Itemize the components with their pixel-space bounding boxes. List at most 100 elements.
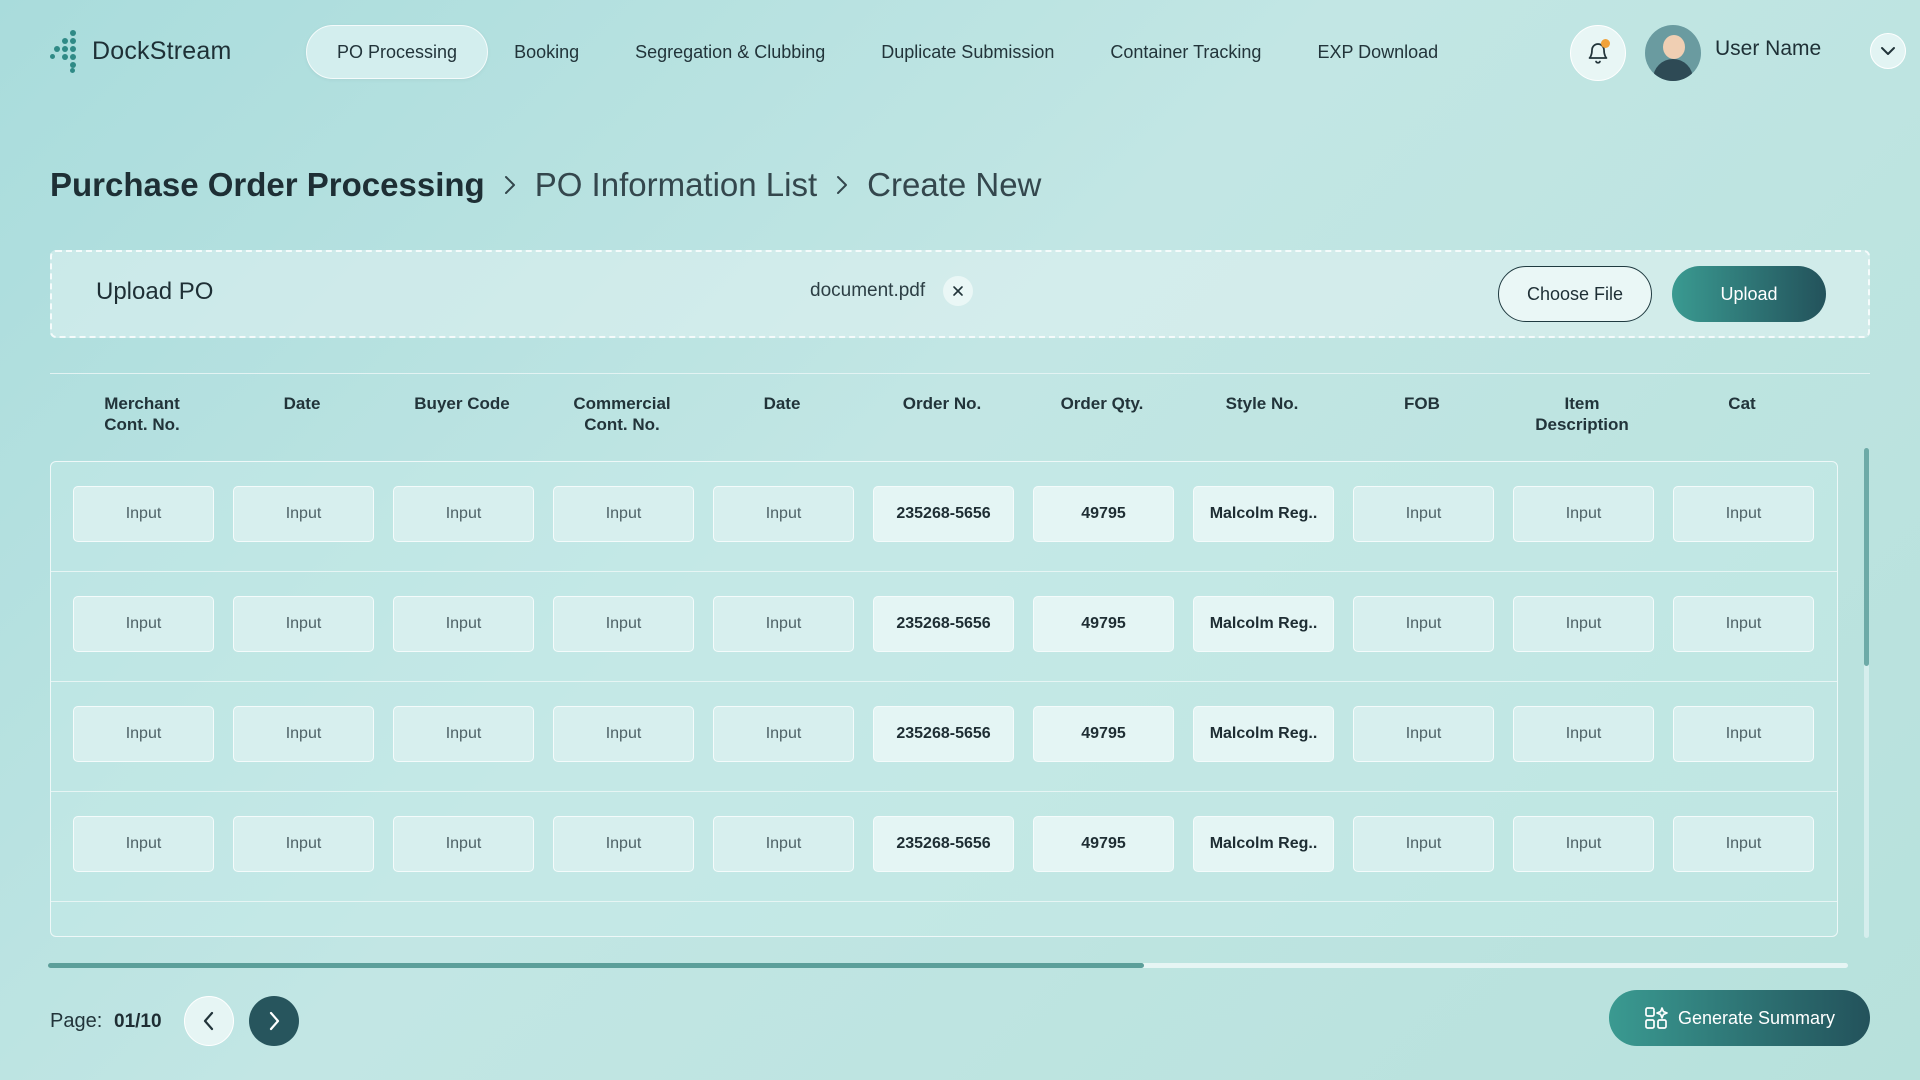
cell-input-cat[interactable]: Input — [1673, 706, 1814, 762]
column-header-fob: FOB — [1342, 393, 1502, 414]
nav-item-exp-download[interactable]: EXP Download — [1287, 25, 1468, 79]
cell-input-style-no[interactable]: Malcolm Reg.. — [1193, 816, 1334, 872]
breadcrumb-item-po-information-list[interactable]: PO Information List — [535, 166, 817, 204]
cell-input-commercial-cont-no[interactable]: Input — [553, 486, 694, 542]
cell-input-date-2[interactable]: Input — [713, 706, 854, 762]
close-icon — [953, 286, 963, 296]
chevron-right-icon — [503, 174, 517, 196]
cell-input-order-qty[interactable]: 49795 — [1033, 706, 1174, 762]
cell-input-commercial-cont-no[interactable]: Input — [553, 816, 694, 872]
breadcrumb-item-create-new: Create New — [867, 166, 1042, 203]
column-header-line: Commercial — [573, 394, 671, 413]
nav-item-duplicate-submission[interactable]: Duplicate Submission — [851, 25, 1084, 79]
remove-file-button[interactable] — [943, 276, 973, 306]
cell-input-date-1[interactable]: Input — [233, 486, 374, 542]
column-header-buyer-code: Buyer Code — [382, 393, 542, 414]
cell-input-buyer-code[interactable]: Input — [393, 816, 534, 872]
cell-input-cat[interactable]: Input — [1673, 816, 1814, 872]
column-header-line: Merchant — [104, 394, 180, 413]
cell-input-item-description[interactable]: Input — [1513, 596, 1654, 652]
cell-input-order-qty[interactable]: 49795 — [1033, 816, 1174, 872]
cell-input-order-qty[interactable]: 49795 — [1033, 596, 1174, 652]
cell-input-item-description[interactable]: Input — [1513, 816, 1654, 872]
cell-input-order-no[interactable]: 235268-5656 — [873, 816, 1014, 872]
page-indicator: 01/10 — [114, 1011, 162, 1032]
notifications-button[interactable] — [1570, 25, 1626, 81]
brand[interactable]: DockStream — [50, 30, 232, 73]
column-header-line: Cont. No. — [104, 415, 180, 434]
cell-input-date-2[interactable]: Input — [713, 596, 854, 652]
generate-summary-button[interactable]: Generate Summary — [1609, 990, 1870, 1046]
cell-input-fob[interactable]: Input — [1353, 816, 1494, 872]
previous-page-button[interactable] — [184, 996, 234, 1046]
nav-item-segregation-clubbing[interactable]: Segregation & Clubbing — [605, 25, 855, 79]
cell-input-order-no[interactable]: 235268-5656 — [873, 706, 1014, 762]
column-header-line: Date — [283, 394, 321, 413]
cell-input-buyer-code[interactable]: Input — [393, 706, 534, 762]
cell-input-merchant-cont-no[interactable]: Input — [73, 706, 214, 762]
column-header-merchant-cont-no: Merchant Cont. No. — [62, 393, 222, 435]
cell-input-order-no[interactable]: 235268-5656 — [873, 486, 1014, 542]
cell-input-order-no[interactable]: 235268-5656 — [873, 596, 1014, 652]
cell-input-date-2[interactable]: Input — [713, 816, 854, 872]
main-nav: PO Processing Booking Segregation & Club… — [306, 25, 1468, 79]
column-header-order-no: Order No. — [862, 393, 1022, 414]
apps-sparkle-icon — [1645, 1007, 1668, 1029]
nav-item-po-processing[interactable]: PO Processing — [306, 25, 489, 79]
table-row: Input Input Input Input Input 235268-5656 4979… — [51, 462, 1837, 572]
cell-input-merchant-cont-no[interactable]: Input — [73, 486, 214, 542]
upload-title: Upload PO — [96, 278, 214, 305]
chevron-left-icon — [203, 1011, 214, 1031]
column-header-commercial-cont-no: Commercial Cont. No. — [542, 393, 702, 435]
cell-input-date-1[interactable]: Input — [233, 596, 374, 652]
column-header-date-1: Date — [222, 393, 382, 414]
column-header-style-no: Style No. — [1182, 393, 1342, 414]
cell-input-buyer-code[interactable]: Input — [393, 596, 534, 652]
cell-input-merchant-cont-no[interactable]: Input — [73, 816, 214, 872]
table-row-partial — [51, 902, 1837, 936]
horizontal-scrollbar-thumb[interactable] — [48, 963, 1144, 968]
user-menu-toggle[interactable] — [1870, 33, 1906, 69]
user-name[interactable]: User Name — [1715, 37, 1821, 61]
column-header-item-description: Item Description — [1502, 393, 1662, 435]
cell-input-buyer-code[interactable]: Input — [393, 486, 534, 542]
chevron-down-icon — [1881, 47, 1895, 55]
vertical-scrollbar-thumb[interactable] — [1864, 448, 1869, 666]
cell-input-date-1[interactable]: Input — [233, 706, 374, 762]
upload-button[interactable]: Upload — [1672, 266, 1826, 322]
choose-file-button[interactable]: Choose File — [1498, 266, 1652, 322]
nav-item-container-tracking[interactable]: Container Tracking — [1080, 25, 1291, 79]
cell-input-order-qty[interactable]: 49795 — [1033, 486, 1174, 542]
cell-input-date-2[interactable]: Input — [713, 486, 854, 542]
cell-input-style-no[interactable]: Malcolm Reg.. — [1193, 706, 1334, 762]
cell-input-style-no[interactable]: Malcolm Reg.. — [1193, 486, 1334, 542]
cell-input-fob[interactable]: Input — [1353, 596, 1494, 652]
cell-input-item-description[interactable]: Input — [1513, 706, 1654, 762]
upload-po-panel[interactable]: Upload PO document.pdf Choose File Uploa… — [50, 250, 1870, 338]
cell-input-style-no[interactable]: Malcolm Reg.. — [1193, 596, 1334, 652]
avatar[interactable] — [1645, 25, 1701, 81]
cell-input-commercial-cont-no[interactable]: Input — [553, 596, 694, 652]
cell-input-merchant-cont-no[interactable]: Input — [73, 596, 214, 652]
generate-summary-label: Generate Summary — [1677, 1007, 1836, 1028]
table-row: Input Input Input Input Input 235268-5656 4979… — [51, 572, 1837, 682]
column-header-line: Description — [1535, 415, 1629, 434]
selected-file-name: document.pdf — [810, 280, 926, 301]
column-header-line: Order Qty. — [1060, 394, 1144, 413]
table-row: Input Input Input Input Input 235268-5656 4979… — [51, 792, 1837, 902]
nav-item-booking[interactable]: Booking — [484, 25, 609, 79]
cell-input-date-1[interactable]: Input — [233, 816, 374, 872]
chevron-right-icon — [269, 1011, 280, 1031]
page-label: Page: — [50, 1010, 103, 1032]
cell-input-cat[interactable]: Input — [1673, 486, 1814, 542]
breadcrumb: Purchase Order Processing PO Information… — [50, 166, 1041, 204]
cell-input-cat[interactable]: Input — [1673, 596, 1814, 652]
cell-input-fob[interactable]: Input — [1353, 486, 1494, 542]
breadcrumb-item-purchase-order-processing[interactable]: Purchase Order Processing — [50, 166, 485, 204]
column-header-line: Buyer Code — [414, 394, 510, 413]
column-header-cat: Cat — [1662, 393, 1822, 414]
cell-input-item-description[interactable]: Input — [1513, 486, 1654, 542]
next-page-button[interactable] — [249, 996, 299, 1046]
cell-input-fob[interactable]: Input — [1353, 706, 1494, 762]
cell-input-commercial-cont-no[interactable]: Input — [553, 706, 694, 762]
